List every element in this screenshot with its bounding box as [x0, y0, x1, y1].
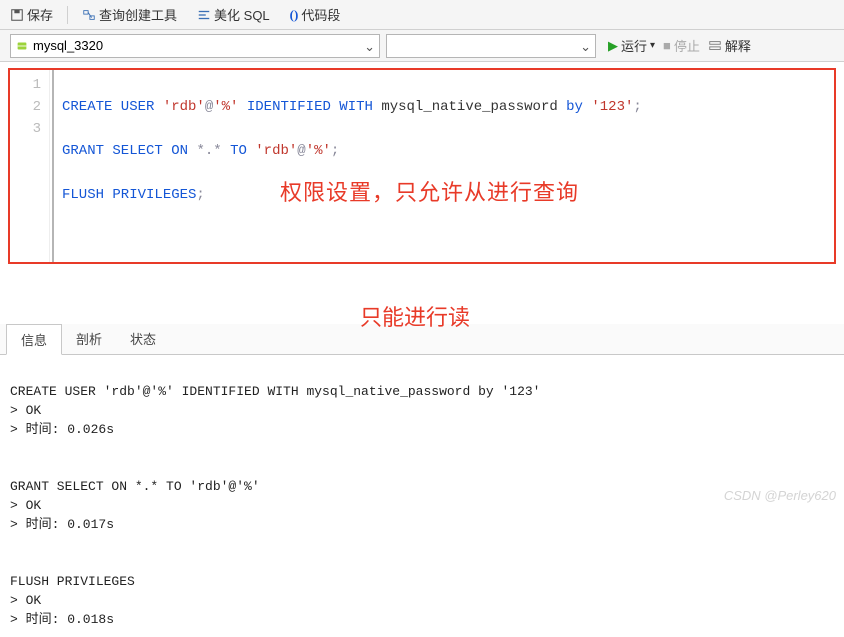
result-ok: > OK [10, 593, 41, 608]
database-icon [15, 39, 29, 53]
connection-combo[interactable]: mysql_3320 ⌄ [10, 34, 380, 58]
connection-bar: mysql_3320 ⌄ ⌄ ▶ 运行 ▾ ■ 停止 解释 [0, 30, 844, 62]
chevron-down-icon: ⌄ [580, 39, 591, 55]
snippets-icon: () [290, 7, 299, 23]
save-icon [10, 8, 24, 22]
result-ok: > OK [10, 403, 41, 418]
query-builder-icon [82, 8, 96, 22]
explain-button[interactable]: 解释 [708, 36, 751, 55]
beautify-button[interactable]: 美化 SQL [191, 3, 276, 26]
line-gutter: 1 2 3 [10, 70, 50, 262]
explain-icon [708, 39, 722, 53]
query-builder-button[interactable]: 查询创建工具 [76, 3, 183, 26]
result-stmt: FLUSH PRIVILEGES [10, 574, 135, 589]
stop-label: 停止 [674, 36, 700, 55]
annotation-readonly: 只能进行读 [360, 300, 470, 332]
result-stmt: CREATE USER 'rdb'@'%' IDENTIFIED WITH my… [10, 384, 541, 399]
result-ok: > OK [10, 498, 41, 513]
result-time: > 时间: 0.026s [10, 422, 114, 437]
main-toolbar: 保存 查询创建工具 美化 SQL () 代码段 [0, 0, 844, 30]
code-line: CREATE USER 'rdb'@'%' IDENTIFIED WITH my… [62, 96, 826, 118]
snippets-button[interactable]: () 代码段 [284, 3, 347, 26]
run-group: ▶ 运行 ▾ ■ 停止 解释 [608, 36, 751, 55]
tab-status[interactable]: 状态 [116, 324, 170, 354]
annotation-permission: 权限设置，只允许从进行查询 [280, 175, 579, 207]
database-combo[interactable]: ⌄ [386, 34, 596, 58]
code-area[interactable]: CREATE USER 'rdb'@'%' IDENTIFIED WITH my… [52, 70, 834, 262]
code-line: GRANT SELECT ON *.* TO 'rdb'@'%'; [62, 140, 826, 162]
query-builder-label: 查询创建工具 [99, 5, 177, 24]
beautify-icon [197, 8, 211, 22]
result-time: > 时间: 0.018s [10, 612, 114, 627]
watermark: CSDN @Perley620 [724, 488, 836, 503]
separator [67, 6, 68, 24]
line-number: 3 [14, 118, 41, 140]
snippets-label: 代码段 [301, 5, 340, 24]
connection-value: mysql_3320 [33, 38, 103, 53]
chevron-down-icon: ⌄ [364, 39, 375, 55]
explain-label: 解释 [725, 36, 751, 55]
stop-button: ■ 停止 [663, 36, 700, 55]
dropdown-icon: ▾ [650, 40, 655, 51]
result-stmt: GRANT SELECT ON *.* TO 'rdb'@'%' [10, 479, 260, 494]
save-label: 保存 [27, 5, 53, 24]
tab-info[interactable]: 信息 [6, 324, 62, 355]
beautify-label: 美化 SQL [214, 5, 270, 24]
result-panel: CREATE USER 'rdb'@'%' IDENTIFIED WITH my… [0, 355, 844, 637]
run-label: 运行 [621, 36, 647, 55]
save-button[interactable]: 保存 [4, 3, 59, 26]
tab-profile[interactable]: 剖析 [62, 324, 116, 354]
line-number: 2 [14, 96, 41, 118]
run-button[interactable]: ▶ 运行 ▾ [608, 36, 655, 55]
sql-editor-highlight: 1 2 3 CREATE USER 'rdb'@'%' IDENTIFIED W… [8, 68, 836, 264]
line-number: 1 [14, 74, 41, 96]
play-icon: ▶ [608, 38, 618, 54]
stop-icon: ■ [663, 38, 671, 53]
sql-editor[interactable]: 1 2 3 CREATE USER 'rdb'@'%' IDENTIFIED W… [10, 70, 834, 262]
result-time: > 时间: 0.017s [10, 517, 114, 532]
